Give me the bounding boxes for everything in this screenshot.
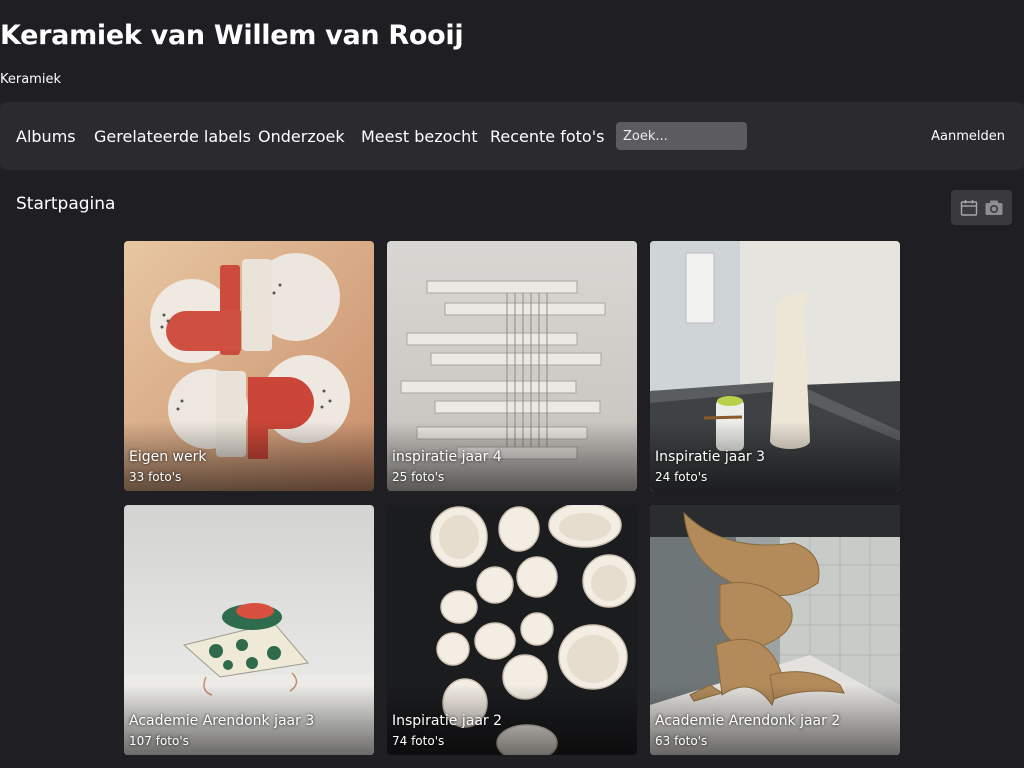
- album-card[interactable]: Inspiratie jaar 3 24 foto's: [650, 241, 900, 491]
- album-photo-count: 25 foto's: [392, 470, 445, 484]
- login-link[interactable]: Aanmelden: [931, 128, 1005, 146]
- album-photo-count: 107 foto's: [129, 734, 189, 748]
- album-title: Inspiratie jaar 2: [392, 713, 503, 729]
- album-photo-count: 33 foto's: [129, 470, 182, 484]
- nav-item-search-page[interactable]: Onderzoek: [258, 126, 345, 148]
- site-subtitle: Keramiek: [0, 72, 61, 87]
- album-title: Inspiratie jaar 3: [655, 449, 766, 465]
- album-card[interactable]: Inspiratie jaar 2 74 foto's: [387, 505, 637, 755]
- album-card[interactable]: Eigen werk 33 foto's: [124, 241, 374, 491]
- album-title: Academie Arendonk jaar 3: [129, 713, 315, 729]
- site-header: Keramiek van Willem van Rooij Keramiek: [0, 0, 1024, 100]
- album-photo-count: 24 foto's: [655, 470, 708, 484]
- search-input[interactable]: [616, 122, 747, 150]
- photo-view-button[interactable]: [984, 198, 1004, 218]
- album-title: Academie Arendonk jaar 2: [655, 713, 841, 729]
- album-title: Eigen werk: [129, 449, 207, 465]
- album-card[interactable]: Academie Arendonk jaar 3 107 foto's: [124, 505, 374, 755]
- breadcrumb: Startpagina: [16, 194, 116, 214]
- nav-item-albums[interactable]: Albums: [16, 126, 76, 148]
- album-photo-count: 74 foto's: [392, 734, 445, 748]
- nav-item-related-tags[interactable]: Gerelateerde labels: [94, 126, 251, 148]
- album-grid: Eigen werk 33 foto's inspiratie jaar 4 2…: [124, 241, 900, 755]
- album-title: inspiratie jaar 4: [392, 449, 502, 465]
- calendar-icon: [960, 200, 978, 216]
- album-card[interactable]: inspiratie jaar 4 25 foto's: [387, 241, 637, 491]
- calendar-view-button[interactable]: [959, 198, 979, 218]
- nav-item-most-visited[interactable]: Meest bezocht: [361, 126, 478, 148]
- album-photo-count: 63 foto's: [655, 734, 708, 748]
- main-navbar: Albums Gerelateerde labels Onderzoek Mee…: [0, 102, 1024, 170]
- camera-icon: [985, 200, 1003, 215]
- album-card[interactable]: Academie Arendonk jaar 2 63 foto's: [650, 505, 900, 755]
- nav-item-recent-photos[interactable]: Recente foto's: [490, 126, 604, 148]
- view-toggle-group: [951, 190, 1012, 225]
- site-title[interactable]: Keramiek van Willem van Rooij: [0, 16, 464, 56]
